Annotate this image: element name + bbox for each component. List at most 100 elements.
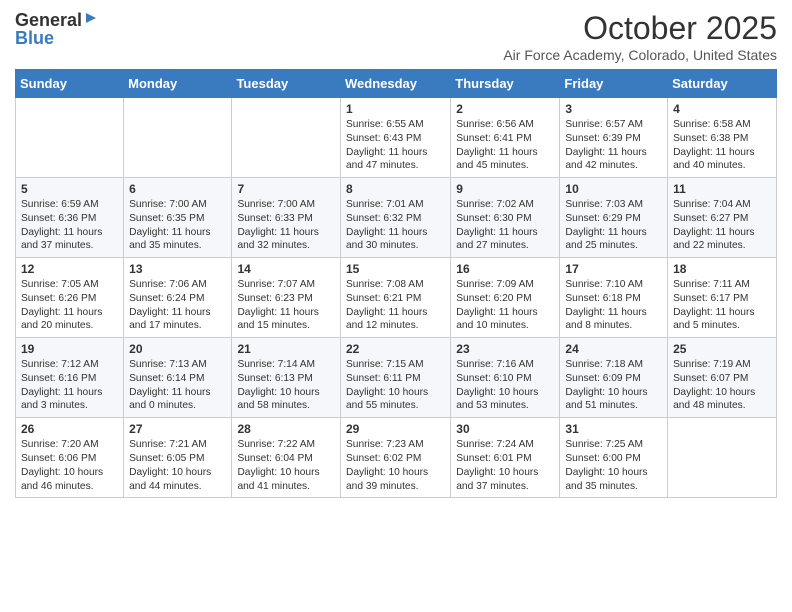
table-row: 1Sunrise: 6:55 AM Sunset: 6:43 PM Daylig…	[341, 98, 451, 178]
table-row: 15 Sunrise: 7:08 AM Sunset: 6:21 PM Dayli…	[341, 258, 451, 338]
day-info: Sunrise: 7:20 AM Sunset: 6:06 PM Dayligh…	[21, 438, 118, 493]
col-friday: Friday	[560, 70, 668, 98]
table-row: 30Sunrise: 7:24 AM Sunset: 6:01 PM Dayli…	[451, 418, 560, 498]
day-number: 19	[21, 342, 118, 356]
day-info: Sunrise: 7:19 AM Sunset: 6:07 PM Dayligh…	[673, 358, 771, 413]
title-block: October 2025 Air Force Academy, Colorado…	[503, 10, 777, 63]
calendar-table: Sunday Monday Tuesday Wednesday Thursday…	[15, 69, 777, 498]
col-wednesday: Wednesday	[341, 70, 451, 98]
table-row: 21 Sunrise: 7:14 AM Sunset: 6:13 PM Dayli…	[232, 338, 341, 418]
day-number: 31	[565, 422, 662, 436]
day-number: 11	[673, 182, 771, 196]
day-number: 7	[237, 182, 335, 196]
logo-arrow-icon	[84, 11, 98, 30]
day-info: Sunrise: 7:08 AM Sunset: 6:21 PM Dayligh…	[346, 278, 445, 333]
day-number: 3	[565, 102, 662, 116]
table-row: 24 Sunrise: 7:18 AM Sunset: 6:09 PM Dayli…	[560, 338, 668, 418]
day-number: 13	[129, 262, 226, 276]
table-row: 17 Sunrise: 7:10 AM Sunset: 6:18 PM Dayli…	[560, 258, 668, 338]
day-number: 17	[565, 262, 662, 276]
day-info: Sunrise: 6:56 AM Sunset: 6:41 PM Dayligh…	[456, 118, 554, 173]
day-info: Sunrise: 7:13 AM Sunset: 6:14 PM Dayligh…	[129, 358, 226, 413]
table-row: 10 Sunrise: 7:03 AM Sunset: 6:29 PM Dayli…	[560, 178, 668, 258]
calendar-week-row: 12 Sunrise: 7:05 AM Sunset: 6:26 PM Dayli…	[16, 258, 777, 338]
table-row: 28Sunrise: 7:22 AM Sunset: 6:04 PM Dayli…	[232, 418, 341, 498]
day-number: 18	[673, 262, 771, 276]
day-number: 23	[456, 342, 554, 356]
day-info: Sunrise: 7:02 AM Sunset: 6:30 PM Dayligh…	[456, 198, 554, 253]
day-number: 25	[673, 342, 771, 356]
day-number: 26	[21, 422, 118, 436]
col-saturday: Saturday	[668, 70, 777, 98]
day-info: Sunrise: 7:00 AM Sunset: 6:33 PM Dayligh…	[237, 198, 335, 253]
table-row: 20 Sunrise: 7:13 AM Sunset: 6:14 PM Dayli…	[124, 338, 232, 418]
col-tuesday: Tuesday	[232, 70, 341, 98]
day-number: 6	[129, 182, 226, 196]
day-info: Sunrise: 7:05 AM Sunset: 6:26 PM Dayligh…	[21, 278, 118, 333]
calendar-week-row: 5Sunrise: 6:59 AM Sunset: 6:36 PM Daylig…	[16, 178, 777, 258]
table-row: 12 Sunrise: 7:05 AM Sunset: 6:26 PM Dayli…	[16, 258, 124, 338]
table-row: 29 Sunrise: 7:23 AM Sunset: 6:02 PM Dayli…	[341, 418, 451, 498]
day-number: 14	[237, 262, 335, 276]
day-number: 21	[237, 342, 335, 356]
day-info: Sunrise: 7:11 AM Sunset: 6:17 PM Dayligh…	[673, 278, 771, 333]
day-info: Sunrise: 7:06 AM Sunset: 6:24 PM Dayligh…	[129, 278, 226, 333]
day-info: Sunrise: 7:12 AM Sunset: 6:16 PM Dayligh…	[21, 358, 118, 413]
table-row: 4 Sunrise: 6:58 AM Sunset: 6:38 PM Daylig…	[668, 98, 777, 178]
day-number: 12	[21, 262, 118, 276]
table-row: 9Sunrise: 7:02 AM Sunset: 6:30 PM Daylig…	[451, 178, 560, 258]
day-info: Sunrise: 7:03 AM Sunset: 6:29 PM Dayligh…	[565, 198, 662, 253]
page: General Blue October 2025 Air Force Acad…	[0, 0, 792, 513]
day-info: Sunrise: 7:09 AM Sunset: 6:20 PM Dayligh…	[456, 278, 554, 333]
day-number: 2	[456, 102, 554, 116]
table-row	[668, 418, 777, 498]
col-monday: Monday	[124, 70, 232, 98]
day-info: Sunrise: 7:10 AM Sunset: 6:18 PM Dayligh…	[565, 278, 662, 333]
table-row: 22 Sunrise: 7:15 AM Sunset: 6:11 PM Dayli…	[341, 338, 451, 418]
table-row: 31 Sunrise: 7:25 AM Sunset: 6:00 PM Dayli…	[560, 418, 668, 498]
day-number: 29	[346, 422, 445, 436]
day-info: Sunrise: 7:18 AM Sunset: 6:09 PM Dayligh…	[565, 358, 662, 413]
table-row: 16 Sunrise: 7:09 AM Sunset: 6:20 PM Dayli…	[451, 258, 560, 338]
day-info: Sunrise: 6:58 AM Sunset: 6:38 PM Dayligh…	[673, 118, 771, 173]
table-row: 18 Sunrise: 7:11 AM Sunset: 6:17 PM Dayli…	[668, 258, 777, 338]
day-number: 16	[456, 262, 554, 276]
day-info: Sunrise: 7:23 AM Sunset: 6:02 PM Dayligh…	[346, 438, 445, 493]
day-info: Sunrise: 7:14 AM Sunset: 6:13 PM Dayligh…	[237, 358, 335, 413]
table-row: 26 Sunrise: 7:20 AM Sunset: 6:06 PM Dayli…	[16, 418, 124, 498]
day-number: 27	[129, 422, 226, 436]
table-row	[232, 98, 341, 178]
day-number: 20	[129, 342, 226, 356]
logo-blue-text: Blue	[15, 28, 54, 49]
day-number: 8	[346, 182, 445, 196]
day-info: Sunrise: 6:57 AM Sunset: 6:39 PM Dayligh…	[565, 118, 662, 173]
table-row: 14Sunrise: 7:07 AM Sunset: 6:23 PM Dayli…	[232, 258, 341, 338]
logo: General Blue	[15, 10, 98, 49]
table-row: 27Sunrise: 7:21 AM Sunset: 6:05 PM Dayli…	[124, 418, 232, 498]
subtitle: Air Force Academy, Colorado, United Stat…	[503, 47, 777, 63]
table-row: 7 Sunrise: 7:00 AM Sunset: 6:33 PM Daylig…	[232, 178, 341, 258]
table-row: 25 Sunrise: 7:19 AM Sunset: 6:07 PM Dayli…	[668, 338, 777, 418]
calendar-header-row: Sunday Monday Tuesday Wednesday Thursday…	[16, 70, 777, 98]
day-info: Sunrise: 7:15 AM Sunset: 6:11 PM Dayligh…	[346, 358, 445, 413]
day-info: Sunrise: 7:00 AM Sunset: 6:35 PM Dayligh…	[129, 198, 226, 253]
day-number: 15	[346, 262, 445, 276]
day-info: Sunrise: 7:16 AM Sunset: 6:10 PM Dayligh…	[456, 358, 554, 413]
day-number: 28	[237, 422, 335, 436]
day-info: Sunrise: 6:55 AM Sunset: 6:43 PM Dayligh…	[346, 118, 445, 173]
table-row: 5Sunrise: 6:59 AM Sunset: 6:36 PM Daylig…	[16, 178, 124, 258]
header: General Blue October 2025 Air Force Acad…	[15, 10, 777, 63]
day-number: 5	[21, 182, 118, 196]
day-info: Sunrise: 7:25 AM Sunset: 6:00 PM Dayligh…	[565, 438, 662, 493]
table-row	[16, 98, 124, 178]
table-row: 8Sunrise: 7:01 AM Sunset: 6:32 PM Daylig…	[341, 178, 451, 258]
day-info: Sunrise: 7:04 AM Sunset: 6:27 PM Dayligh…	[673, 198, 771, 253]
day-number: 24	[565, 342, 662, 356]
day-number: 4	[673, 102, 771, 116]
day-number: 22	[346, 342, 445, 356]
calendar-week-row: 26 Sunrise: 7:20 AM Sunset: 6:06 PM Dayli…	[16, 418, 777, 498]
day-number: 10	[565, 182, 662, 196]
calendar-week-row: 19 Sunrise: 7:12 AM Sunset: 6:16 PM Dayli…	[16, 338, 777, 418]
table-row: 13 Sunrise: 7:06 AM Sunset: 6:24 PM Dayli…	[124, 258, 232, 338]
table-row: 11 Sunrise: 7:04 AM Sunset: 6:27 PM Dayli…	[668, 178, 777, 258]
